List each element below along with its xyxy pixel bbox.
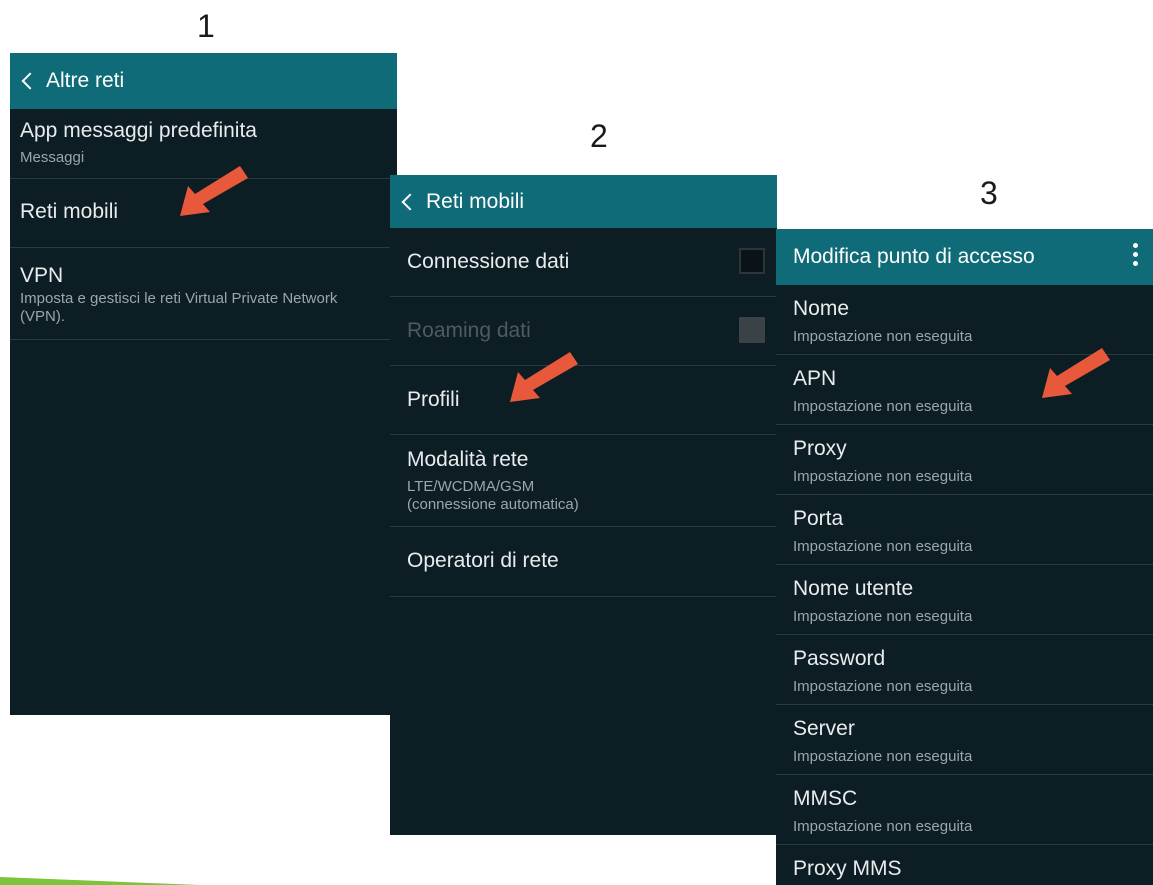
title-bar: Modifica punto di accesso: [776, 229, 1153, 285]
item-title: Connessione dati: [407, 250, 570, 273]
list-item-server[interactable]: Server Impostazione non eseguita: [776, 705, 1153, 775]
step-number-1: 1: [197, 8, 215, 44]
item-subtitle: Imposta e gestisci le reti Virtual Priva…: [20, 290, 338, 325]
title-bar[interactable]: Reti mobili: [390, 175, 777, 228]
step-number-2: 2: [590, 118, 608, 154]
item-title: Modalità rete: [407, 448, 529, 471]
item-subtitle-line1: LTE/WCDMA/GSM: [407, 478, 535, 495]
item-subtitle-line2: (connessione automatica): [407, 496, 579, 513]
list-item-vpn[interactable]: VPN Imposta e gestisci le reti Virtual P…: [10, 248, 397, 340]
item-subtitle: Impostazione non eseguita: [793, 398, 973, 415]
item-title: APN: [793, 367, 837, 390]
decorative-swoosh: [0, 877, 200, 885]
title-bar[interactable]: Altre reti: [10, 53, 397, 109]
back-chevron-icon[interactable]: [21, 72, 39, 90]
list-item-password[interactable]: Password Impostazione non eseguita: [776, 635, 1153, 705]
overflow-menu-icon[interactable]: [1133, 243, 1139, 269]
list-item-nome[interactable]: Nome Impostazione non eseguita: [776, 285, 1153, 355]
item-subtitle: Messaggi: [20, 149, 85, 166]
pointer-arrow-icon: [180, 166, 248, 216]
item-subtitle: Impostazione non eseguita: [793, 748, 973, 765]
list-item-proxy-mms[interactable]: Proxy MMS: [776, 845, 1153, 885]
list-item-operatori-rete[interactable]: Operatori di rete: [390, 527, 777, 597]
item-title: Operatori di rete: [407, 549, 559, 572]
list-item-modalita-rete[interactable]: Modalità rete LTE/WCDMA/GSM (connessione…: [390, 435, 777, 527]
pointer-arrow-icon: [1042, 348, 1110, 398]
list-item-porta[interactable]: Porta Impostazione non eseguita: [776, 495, 1153, 565]
screen-modifica-apn: Modifica punto di accesso Nome Impostazi…: [776, 229, 1153, 885]
item-subtitle: Impostazione non eseguita: [793, 608, 973, 625]
connessione-dati-checkbox[interactable]: [739, 248, 765, 274]
item-title: MMSC: [793, 787, 858, 810]
item-title: Nome utente: [793, 577, 914, 600]
item-title: Profili: [407, 388, 460, 411]
list-item-connessione-dati[interactable]: Connessione dati: [390, 228, 777, 297]
item-title: Proxy: [793, 437, 847, 460]
item-title: Password: [793, 647, 886, 670]
item-title: Porta: [793, 507, 844, 530]
list-item-profili[interactable]: Profili: [390, 366, 777, 435]
item-title: Server: [793, 717, 855, 740]
screen-title: Altre reti: [46, 69, 125, 92]
item-subtitle: Impostazione non eseguita: [793, 468, 973, 485]
screen-title: Modifica punto di accesso: [793, 245, 1035, 268]
item-title: VPN: [20, 264, 64, 287]
item-title: App messaggi predefinita: [20, 119, 257, 142]
list-item-roaming-dati: Roaming dati: [390, 297, 777, 366]
screen-title: Reti mobili: [426, 189, 525, 213]
screen-altre-reti: Altre reti App messaggi predefinita Mess…: [10, 53, 397, 715]
list-item-mmsc[interactable]: MMSC Impostazione non eseguita: [776, 775, 1153, 845]
item-title: Roaming dati: [407, 319, 531, 342]
screen-reti-mobili: Reti mobili Connessione dati Roaming dat…: [390, 175, 777, 835]
item-title: Nome: [793, 297, 850, 320]
back-chevron-icon[interactable]: [401, 193, 419, 210]
item-subtitle: Impostazione non eseguita: [793, 818, 973, 835]
step-number-3: 3: [980, 175, 998, 211]
pointer-arrow-icon: [510, 352, 578, 402]
item-subtitle: Impostazione non eseguita: [793, 538, 973, 555]
list-item-proxy[interactable]: Proxy Impostazione non eseguita: [776, 425, 1153, 495]
item-title: Proxy MMS: [793, 857, 902, 880]
item-title: Reti mobili: [20, 200, 119, 223]
roaming-dati-checkbox: [739, 317, 765, 343]
item-subtitle: Impostazione non eseguita: [793, 328, 973, 345]
item-subtitle: Impostazione non eseguita: [793, 678, 973, 695]
list-item-nome-utente[interactable]: Nome utente Impostazione non eseguita: [776, 565, 1153, 635]
